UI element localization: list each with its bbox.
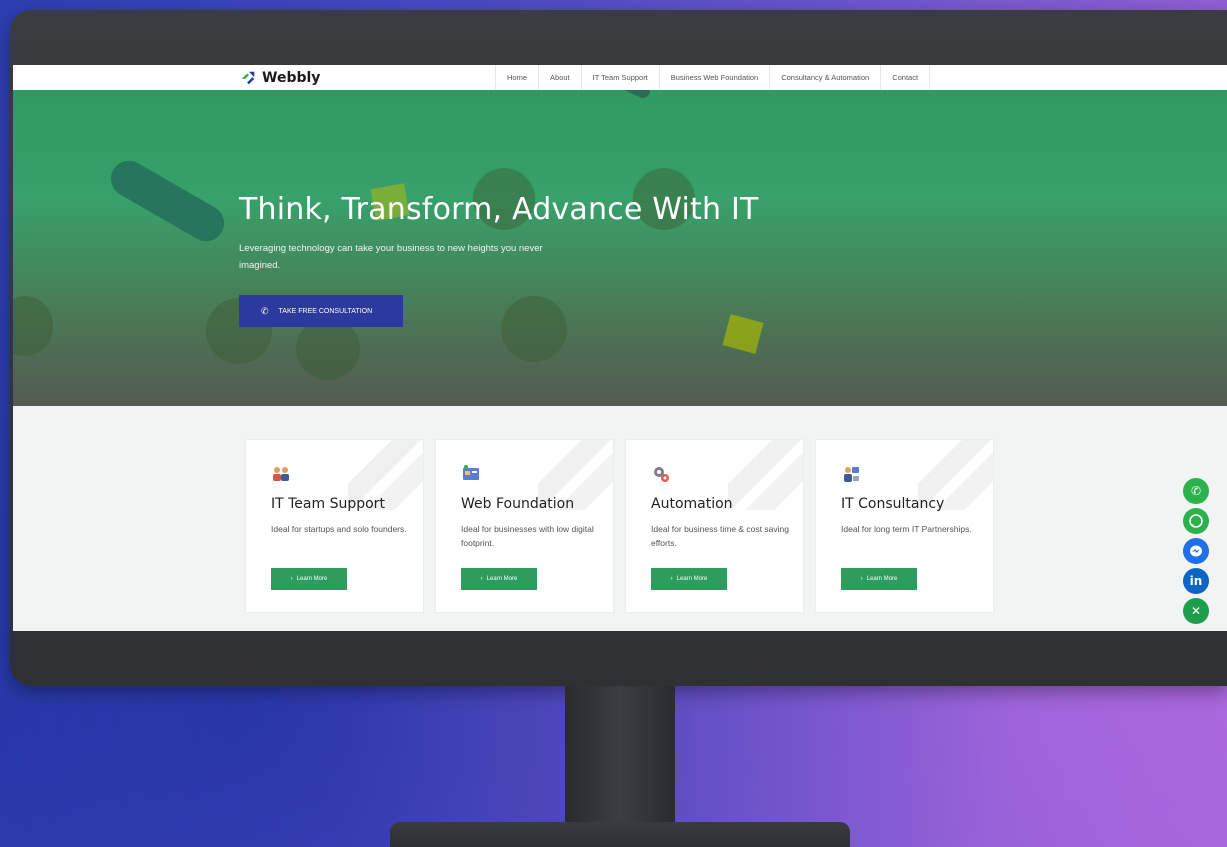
whatsapp-glyph	[1189, 514, 1203, 528]
top-navbar: Webbly Home About IT Team Support Busine…	[13, 65, 1227, 90]
close-icon[interactable]: ✕	[1183, 598, 1209, 624]
decorative-circle	[296, 318, 360, 380]
monitor-stand-base	[390, 822, 850, 847]
service-card-automation: Automation Ideal for business time & cos…	[625, 439, 804, 613]
linkedin-icon[interactable]: in	[1183, 568, 1209, 594]
cta-label: TAKE FREE CONSULTATION	[278, 307, 373, 315]
nav-contact[interactable]: Contact	[880, 65, 931, 90]
card-description: Ideal for startups and solo founders.	[271, 524, 407, 534]
decorative-circle	[501, 296, 567, 362]
card-title: Automation	[651, 496, 733, 512]
main-menu: Home About IT Team Support Business Web …	[495, 65, 931, 90]
learn-more-label: Learn More	[486, 576, 518, 582]
services-cards: IT Team Support Ideal for startups and s…	[245, 439, 994, 613]
card-title: Web Foundation	[461, 496, 575, 512]
learn-more-label: Learn More	[676, 576, 708, 582]
learn-more-button[interactable]: › Learn More	[461, 568, 537, 590]
whatsapp-icon[interactable]	[1183, 508, 1209, 534]
messenger-icon[interactable]	[1183, 538, 1209, 564]
nav-consultancy-automation[interactable]: Consultancy & Automation	[769, 65, 880, 90]
chevron-right-icon: ›	[860, 576, 863, 582]
card-decoration	[728, 440, 803, 510]
hero-subtitle: Leveraging technology can take your busi…	[239, 243, 543, 271]
social-floating-buttons: ✆ in ✕	[1183, 478, 1209, 624]
messenger-glyph	[1190, 545, 1202, 557]
nav-home[interactable]: Home	[495, 65, 538, 90]
team-icon	[273, 467, 289, 481]
site-logo[interactable]: Webbly	[239, 68, 320, 88]
take-free-consultation-button[interactable]: ✆ TAKE FREE CONSULTATION	[239, 295, 403, 327]
decorative-stripe	[573, 90, 653, 101]
phone-icon[interactable]: ✆	[1183, 478, 1209, 504]
service-card-it-team-support: IT Team Support Ideal for startups and s…	[245, 439, 424, 613]
nav-it-team-support[interactable]: IT Team Support	[580, 65, 659, 90]
consultant-icon	[844, 467, 859, 482]
card-description: Ideal for business time & cost saving ef…	[651, 524, 789, 548]
logo-icon	[241, 71, 255, 85]
chevron-right-icon: ›	[290, 576, 293, 582]
learn-more-button[interactable]: › Learn More	[271, 568, 347, 590]
service-card-web-foundation: Web Foundation Ideal for businesses with…	[435, 439, 614, 613]
chevron-right-icon: ›	[670, 576, 673, 582]
phone-icon: ✆	[261, 305, 269, 316]
card-title: IT Team Support	[271, 496, 385, 512]
hero-section: Think, Transform, Advance With IT Levera…	[13, 90, 1227, 406]
card-title: IT Consultancy	[841, 496, 945, 512]
learn-more-label: Learn More	[296, 576, 328, 582]
gears-icon	[654, 467, 669, 482]
nav-business-web-foundation[interactable]: Business Web Foundation	[658, 65, 769, 90]
learn-more-button[interactable]: › Learn More	[651, 568, 727, 590]
learn-more-button[interactable]: › Learn More	[841, 568, 917, 590]
monitor-stand-neck	[565, 686, 675, 826]
chevron-right-icon: ›	[480, 576, 483, 582]
linkedin-label: in	[1189, 574, 1203, 588]
decorative-pill	[104, 154, 231, 248]
decorative-circle	[13, 296, 53, 356]
nav-about[interactable]: About	[538, 65, 581, 90]
hero-title: Think, Transform, Advance With IT	[239, 192, 759, 227]
decorative-square	[722, 314, 764, 354]
card-description: Ideal for long term IT Partnerships.	[841, 524, 972, 534]
card-description: Ideal for businesses with low digital fo…	[461, 524, 594, 548]
service-card-it-consultancy: IT Consultancy Ideal for long term IT Pa…	[815, 439, 994, 613]
monitor-screen: Webbly Home About IT Team Support Busine…	[13, 65, 1227, 631]
web-icon	[463, 465, 479, 480]
learn-more-label: Learn More	[866, 576, 898, 582]
logo-text: Webbly	[262, 70, 321, 86]
